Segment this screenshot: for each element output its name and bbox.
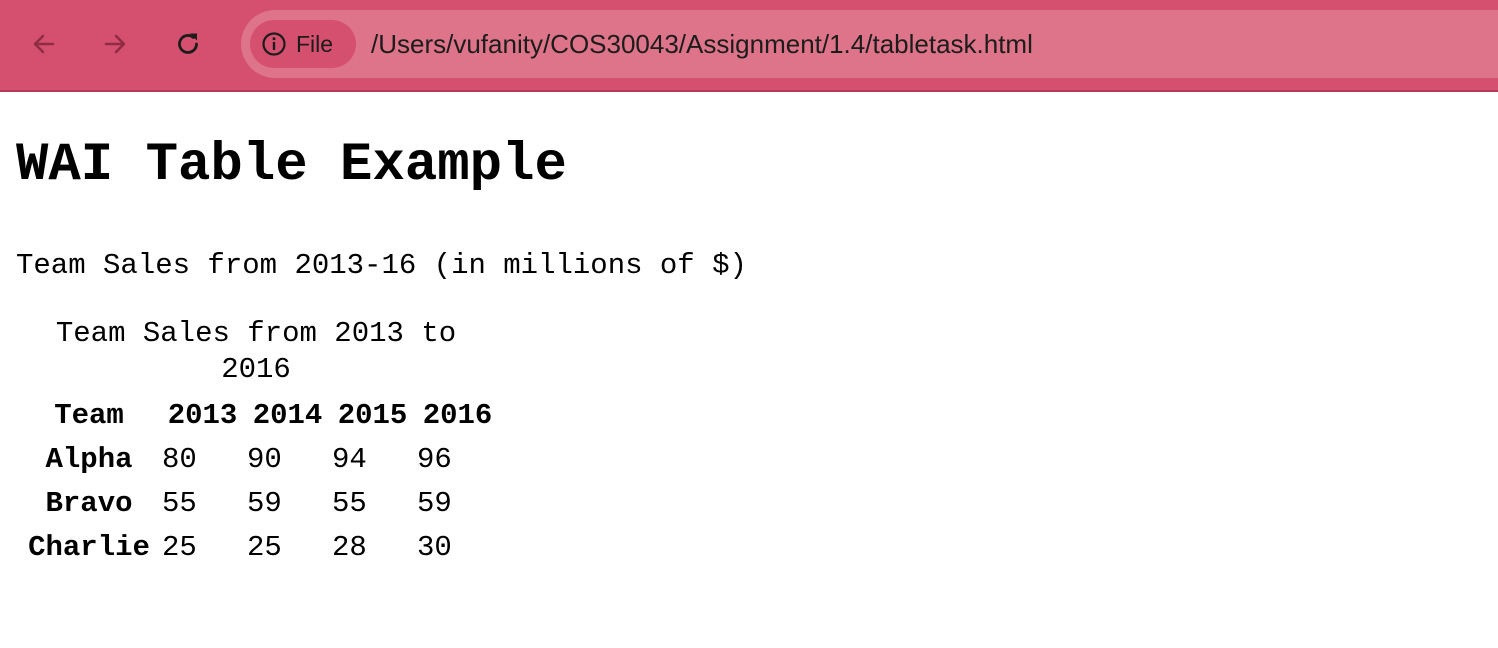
table-cell: 80 (162, 443, 197, 476)
table-row: Charlie 25 25 28 30 (20, 526, 498, 570)
table-cell: 25 (162, 531, 197, 564)
table-cell: 90 (247, 443, 282, 476)
reload-button[interactable] (166, 22, 210, 66)
table-cell: 94 (332, 443, 367, 476)
table-cell: 55 (162, 487, 197, 520)
table-row: Alpha 80 90 94 96 (20, 438, 498, 482)
address-bar[interactable]: File /Users/vufanity/COS30043/Assignment… (241, 10, 1498, 78)
table-cell: 96 (417, 443, 452, 476)
back-button[interactable] (22, 22, 66, 66)
table-cell: 25 (247, 531, 282, 564)
forward-button[interactable] (93, 22, 137, 66)
reload-icon (178, 33, 198, 54)
column-header-2016: 2016 (422, 399, 493, 432)
row-header-team: Alpha (45, 443, 133, 476)
table-cell: 59 (417, 487, 452, 520)
info-icon (260, 30, 288, 58)
intro-text: Team Sales from 2013-16 (in millions of … (16, 249, 747, 282)
sales-table: Team Sales from 2013 to 2016 Team 2013 2… (16, 316, 502, 570)
page-content: WAI Table Example Team Sales from 2013-1… (0, 92, 1498, 648)
forward-arrow-icon (104, 34, 126, 54)
site-info-chip[interactable]: File (250, 20, 356, 68)
row-header-team: Charlie (28, 531, 150, 564)
page-title: WAI Table Example (16, 135, 567, 196)
table-row: Bravo 55 59 55 59 (20, 482, 498, 526)
table-caption: Team Sales from 2013 to 2016 (55, 317, 457, 386)
table-cell: 28 (332, 531, 367, 564)
row-header-team: Bravo (45, 487, 133, 520)
column-header-2015: 2015 (337, 399, 408, 432)
table-cell: 55 (332, 487, 367, 520)
url-text[interactable]: /Users/vufanity/COS30043/Assignment/1.4/… (371, 10, 1033, 78)
table-header-row: Team 2013 2014 2015 2016 (20, 394, 498, 438)
column-header-2014: 2014 (252, 399, 323, 432)
table-cell: 30 (417, 531, 452, 564)
back-arrow-icon (33, 34, 55, 54)
column-header-2013: 2013 (167, 399, 238, 432)
browser-toolbar: File /Users/vufanity/COS30043/Assignment… (0, 0, 1498, 92)
column-header-team: Team (54, 399, 124, 432)
file-chip-label: File (296, 30, 334, 57)
table-cell: 59 (247, 487, 282, 520)
